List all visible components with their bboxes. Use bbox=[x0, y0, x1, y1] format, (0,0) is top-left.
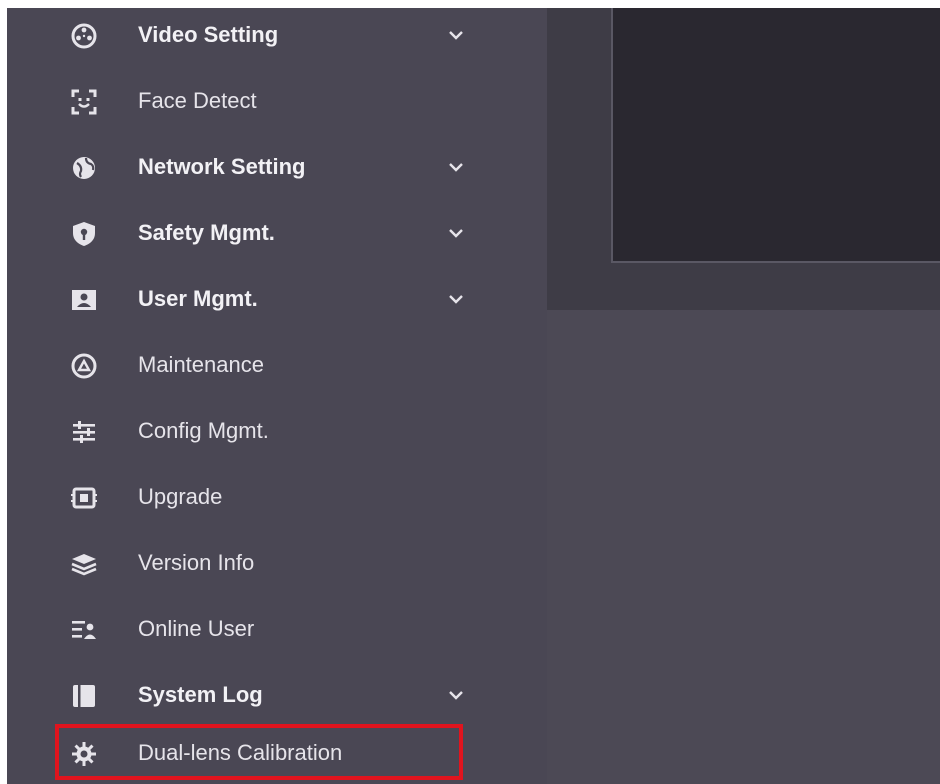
sidebar-item-network-setting[interactable]: Network Setting bbox=[7, 140, 547, 196]
preview-panel bbox=[547, 8, 940, 310]
sidebar-item-online-user[interactable]: Online User bbox=[7, 602, 547, 658]
sidebar-item-label: Online User bbox=[138, 616, 255, 641]
sidebar-item-label: Maintenance bbox=[138, 352, 264, 377]
chevron-down-icon[interactable] bbox=[445, 156, 467, 178]
sliders-icon bbox=[69, 417, 99, 447]
sidebar-item-label: Network Setting bbox=[138, 154, 306, 179]
user-card-icon bbox=[69, 285, 99, 315]
sidebar-menu: Video Setting Face Detect Network Settin… bbox=[7, 8, 547, 784]
sidebar-item-upgrade[interactable]: Upgrade bbox=[7, 470, 547, 526]
chevron-down-icon[interactable] bbox=[445, 684, 467, 706]
online-user-icon bbox=[69, 615, 99, 645]
sidebar-item-label: User Mgmt. bbox=[138, 286, 258, 311]
chevron-down-icon[interactable] bbox=[445, 24, 467, 46]
sidebar-item-video-setting[interactable]: Video Setting bbox=[7, 8, 547, 64]
sidebar-item-config-mgmt[interactable]: Config Mgmt. bbox=[7, 404, 547, 460]
sidebar-item-user-mgmt[interactable]: User Mgmt. bbox=[7, 272, 547, 328]
sidebar-item-label: Video Setting bbox=[138, 22, 279, 47]
sidebar-item-system-log[interactable]: System Log bbox=[7, 668, 547, 724]
log-book-icon bbox=[69, 681, 99, 711]
globe-icon bbox=[69, 153, 99, 183]
shield-icon bbox=[69, 219, 99, 249]
face-scan-icon bbox=[69, 87, 99, 117]
app-window: Video Setting Face Detect Network Settin… bbox=[7, 8, 940, 784]
sidebar-item-maintenance[interactable]: Maintenance bbox=[7, 338, 547, 394]
sidebar-item-label: Version Info bbox=[138, 550, 255, 575]
sidebar-item-label: Upgrade bbox=[138, 484, 223, 509]
sidebar-item-face-detect[interactable]: Face Detect bbox=[7, 74, 547, 130]
video-reel-icon bbox=[69, 21, 99, 51]
chevron-down-icon[interactable] bbox=[445, 222, 467, 244]
sidebar-item-label: Config Mgmt. bbox=[138, 418, 269, 443]
sidebar-item-safety-mgmt[interactable]: Safety Mgmt. bbox=[7, 206, 547, 262]
layers-icon bbox=[69, 549, 99, 579]
gear-icon bbox=[69, 739, 99, 769]
sidebar-item-label: Safety Mgmt. bbox=[138, 220, 275, 245]
main-content bbox=[547, 8, 940, 784]
video-preview bbox=[611, 8, 940, 263]
sidebar-item-version-info[interactable]: Version Info bbox=[7, 536, 547, 592]
sidebar-item-label: System Log bbox=[138, 682, 263, 707]
chip-icon bbox=[69, 483, 99, 513]
sidebar-item-dual-lens-calibration[interactable]: Dual-lens Calibration bbox=[7, 726, 547, 782]
sidebar-item-label: Face Detect bbox=[138, 88, 257, 113]
chevron-down-icon[interactable] bbox=[445, 288, 467, 310]
sidebar-item-label: Dual-lens Calibration bbox=[138, 740, 343, 765]
gauge-icon bbox=[69, 351, 99, 381]
